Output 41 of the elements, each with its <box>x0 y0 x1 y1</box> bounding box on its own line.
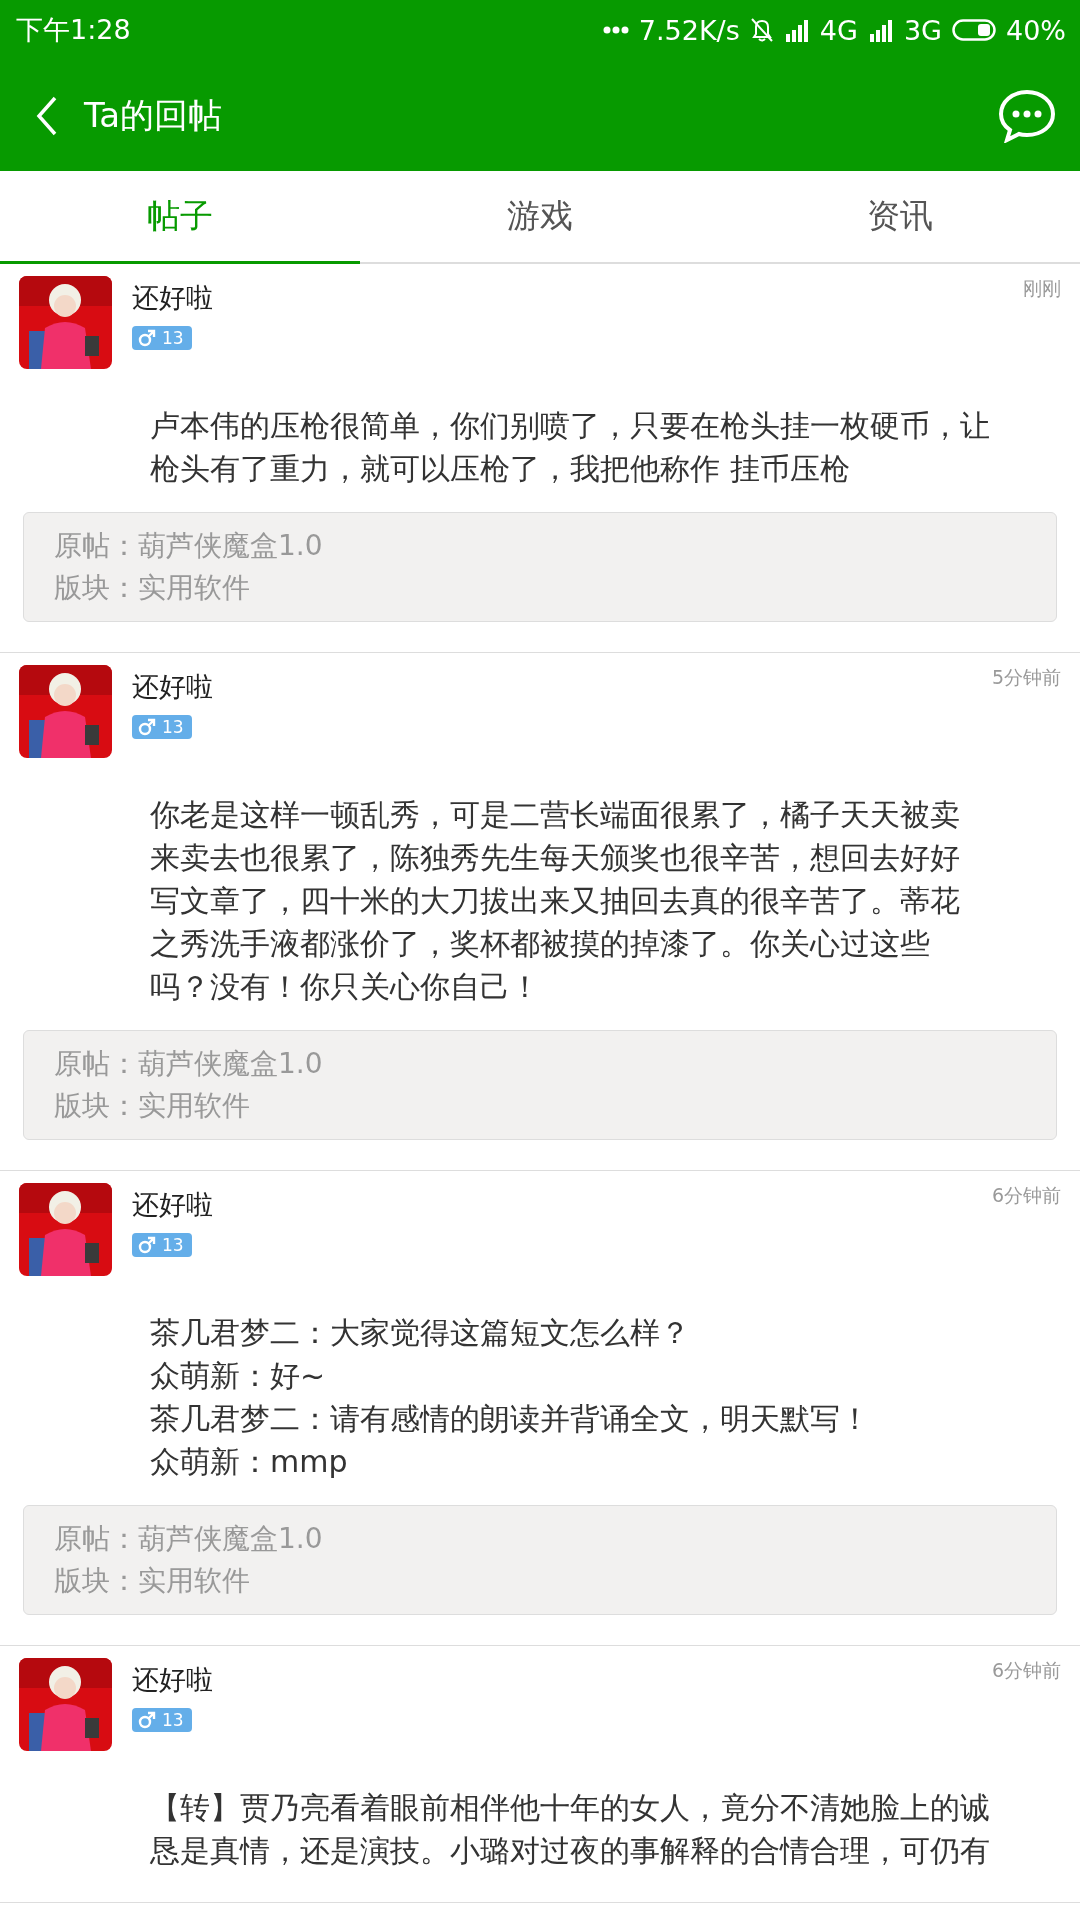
original-post-text: 原帖：葫芦侠魔盒1.0 <box>54 1046 324 1082</box>
post-text: 你老是这样一顿乱秀，可是二营长端面很累了，橘子天天被卖 来卖去也很累了，陈独秀先生每天颁奖也很辛苦，想回去好好 写文章了，四十米的大刀拔出来又抽回去真的很辛苦了。蒂花 之秀洗手液都涨价了，奖杯都被摸的掉漆了。你关心过这些 吗？没有！你只关心你自己！ <box>150 796 961 1006</box>
tab[interactable]: 资讯 <box>720 171 1080 264</box>
quote-card[interactable]: 原帖：葫芦侠魔盒1.0 版块：实用软件 <box>23 1030 1057 1140</box>
board-text: 版块：实用软件 <box>54 570 251 606</box>
level-badge: 13 <box>132 715 192 739</box>
original-post-text: 原帖：葫芦侠魔盒1.0 <box>54 528 324 564</box>
post-text: 茶几君梦二：大家觉得这篇短文怎么样？ 众萌新：好~ 茶几君梦二：请有感情的朗读并背诵全文，明天默写！ 众萌新：mmp <box>150 1314 871 1481</box>
original-post-text: 原帖：葫芦侠魔盒1.0 <box>54 1521 324 1557</box>
signal-icon <box>867 18 894 42</box>
chat-bubble-icon[interactable] <box>998 88 1056 143</box>
network-type: 4G <box>819 14 858 46</box>
signal-icon <box>783 18 810 42</box>
battery-icon <box>952 19 996 41</box>
tab[interactable]: 游戏 <box>360 171 720 264</box>
post-time: 刚刚 <box>1023 276 1061 301</box>
level-badge: 13 <box>132 326 192 350</box>
post-text: 卢本伟的压枪很简单，你们别喷了，只要在枪头挂一枚硬币，让 枪头有了重力，就可以压枪了，我把他称作 挂币压枪 <box>150 407 991 488</box>
quote-card[interactable]: 原帖：葫芦侠魔盒1.0 版块：实用软件 <box>23 512 1057 622</box>
post-time: 5分钟前 <box>991 665 1061 690</box>
board-text: 版块：实用软件 <box>54 1088 251 1124</box>
post-text: 【转】贾乃亮看着眼前相伴他十年的女人，竟分不清她脸上的诚 恳是真情，还是演技。小璐对过夜的事解释的合情合理，可仍有 <box>150 1789 991 1870</box>
page-title: Ta的回帖 <box>84 93 222 137</box>
user-name: 还好啦 <box>132 1188 214 1222</box>
post-time: 6分钟前 <box>991 1183 1061 1208</box>
board-text: 版块：实用软件 <box>54 1563 251 1599</box>
level-badge: 13 <box>132 1708 192 1732</box>
back-icon[interactable] <box>36 95 58 136</box>
post-time: 6分钟前 <box>991 1658 1061 1683</box>
more-icon <box>602 26 629 34</box>
network-type: 3G <box>903 14 942 46</box>
user-name: 还好啦 <box>132 670 214 704</box>
quote-card[interactable]: 原帖：葫芦侠魔盒1.0 版块：实用软件 <box>23 1505 1057 1615</box>
network-speed: 7.52K/s <box>638 14 740 46</box>
muted-bell-icon <box>749 17 774 43</box>
battery-percent: 40% <box>1006 14 1066 46</box>
status-time: 下午1:28 <box>16 13 131 47</box>
user-name: 还好啦 <box>132 281 214 315</box>
tab[interactable]: 帖子 <box>0 171 360 264</box>
user-name: 还好啦 <box>132 1663 214 1697</box>
level-badge: 13 <box>132 1233 192 1257</box>
